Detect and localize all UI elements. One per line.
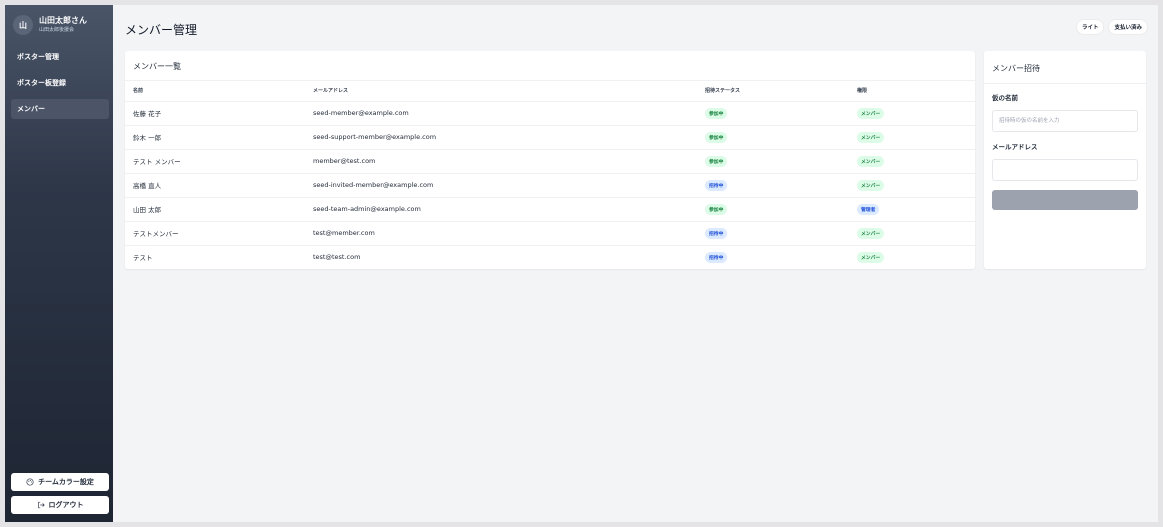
member-name: 山田 太郎 [125,197,305,222]
team-color-button[interactable]: チームカラー設定 [11,473,109,491]
email-input[interactable] [992,159,1138,181]
sidebar-item-poster-management[interactable]: ポスター管理 [11,47,109,67]
app-frame: 山 山田太郎さん 山田太郎後援会 ポスター管理 ポスター板登録 メンバー チーム… [5,5,1158,522]
org-name: 山田太郎後援会 [39,27,75,33]
member-email: test@member.com [305,221,697,246]
member-email: test@test.com [313,253,361,262]
team-color-label: チームカラー設定 [38,478,94,486]
column-header-role: 権限 [849,81,975,102]
status-badge: 参加中 [705,107,728,119]
status-badge: 招待中 [705,227,728,239]
invite-card: メンバー招待 仮の名前 メールアドレス [984,51,1146,269]
payment-status-badge: 支払い済み [1108,19,1148,35]
status-badge: 招待中 [705,179,728,191]
member-table-body: 佐藤 花子 seed-member@example.com 参加中 メンバー 鈴木 一郎… [125,101,975,269]
table-row: 鈴木 一郎 seed-support-member@example.com 参加中 メ… [125,125,975,150]
sidebar-item-poster-board-registration[interactable]: ポスター板登録 [11,73,109,93]
page-title: メンバー管理 [125,23,198,37]
sidebar-nav: ポスター管理 ポスター板登録 メンバー [11,47,109,119]
member-name: 高橋 直人 [125,173,305,198]
table-header-row: 名前 メールアドレス 招待ステータス 権限 [125,81,975,102]
role-badge: メンバー [857,155,885,167]
sidebar: 山 山田太郎さん 山田太郎後援会 ポスター管理 ポスター板登録 メンバー チーム… [5,5,113,522]
member-email: seed-invited-member@example.com [305,173,697,198]
invite-form: 仮の名前 メールアドレス [984,84,1146,222]
member-list-title: メンバー一覧 [125,51,975,81]
table-row: 山田 太郎 seed-team-admin@example.com 参加中 管理者 [125,197,975,222]
member-role-cell: メンバー [849,125,975,150]
role-badge: メンバー [857,227,885,239]
member-status-cell: 参加中 [697,149,849,174]
member-status-cell: 参加中 [697,197,849,222]
member-email: seed-team-admin@example.com [305,197,697,222]
logout-icon [37,501,45,509]
content-area: メンバー一覧 名前 メールアドレス 招待ステータス 権限 佐藤 花子 seed-m… [125,51,1148,269]
member-status-cell: 招待中 [697,173,849,198]
member-role-cell: メンバー [849,149,975,174]
table-row: 高橋 直人 seed-invited-member@example.com 招待中 メ… [125,173,975,198]
member-name: テスト [133,254,153,263]
main-content: メンバー管理 ライト 支払い済み メンバー一覧 名前 メールアドレス 招待ステー… [113,5,1158,522]
member-role-cell: メンバー [849,221,975,246]
member-email: seed-member@example.com [305,101,697,126]
member-role-cell: メンバー [849,101,975,126]
sidebar-item-members[interactable]: メンバー [11,99,109,119]
member-email: seed-support-member@example.com [305,125,697,150]
invite-title: メンバー招待 [984,51,1146,84]
user-profile: 山 山田太郎さん 山田太郎後援会 [11,11,109,45]
role-badge: メンバー [857,179,885,191]
member-name: テスト メンバー [125,149,305,174]
sidebar-bottom: チームカラー設定 ログアウト [11,473,109,514]
member-status-cell: 招待中 [697,221,849,246]
profile-text: 山田太郎さん 山田太郎後援会 [39,16,87,34]
email-label: メールアドレス [992,143,1038,151]
member-table: 名前 メールアドレス 招待ステータス 権限 佐藤 花子 seed-member@e… [125,81,975,269]
member-role-cell: メンバー [849,173,975,198]
member-status-cell: 招待中 [697,245,849,269]
role-badge: メンバー [857,251,885,263]
column-header-name: 名前 [125,81,305,102]
member-role-cell: メンバー [849,245,975,269]
role-badge: 管理者 [857,203,880,215]
status-badge: 招待中 [705,251,728,263]
user-name: 山田太郎さん [39,16,87,25]
table-row: テスト メンバー member@test.com 参加中 メンバー [125,149,975,174]
member-name: テストメンバー [125,221,305,246]
member-status-cell: 参加中 [697,125,849,150]
theme-toggle-button[interactable]: ライト [1075,19,1105,35]
member-status-cell: 参加中 [697,101,849,126]
role-badge: メンバー [857,131,885,143]
avatar: 山 [13,15,33,35]
column-header-email: メールアドレス [305,81,697,102]
member-role-cell: 管理者 [849,197,975,222]
status-badge: 参加中 [705,203,728,215]
member-list-card: メンバー一覧 名前 メールアドレス 招待ステータス 権限 佐藤 花子 seed-m… [125,51,975,269]
palette-icon [26,478,34,486]
status-badge: 参加中 [705,155,728,167]
member-name: 鈴木 一郎 [125,125,305,150]
temp-name-label: 仮の名前 [992,94,1018,102]
role-badge: メンバー [857,107,885,119]
member-email: member@test.com [305,149,697,174]
logout-button[interactable]: ログアウト [11,496,109,514]
table-row: 佐藤 花子 seed-member@example.com 参加中 メンバー [125,101,975,126]
invite-submit-button[interactable] [992,190,1138,210]
header-actions: ライト 支払い済み [1075,19,1148,35]
member-name: 佐藤 花子 [125,101,305,126]
table-row: テスト test@test.com 招待中 メンバー [125,245,975,269]
table-row: テストメンバー test@member.com 招待中 メンバー [125,221,975,246]
logout-label: ログアウト [48,501,84,509]
column-header-status: 招待ステータス [697,81,849,102]
temp-name-input[interactable] [992,110,1138,132]
status-badge: 参加中 [705,131,728,143]
